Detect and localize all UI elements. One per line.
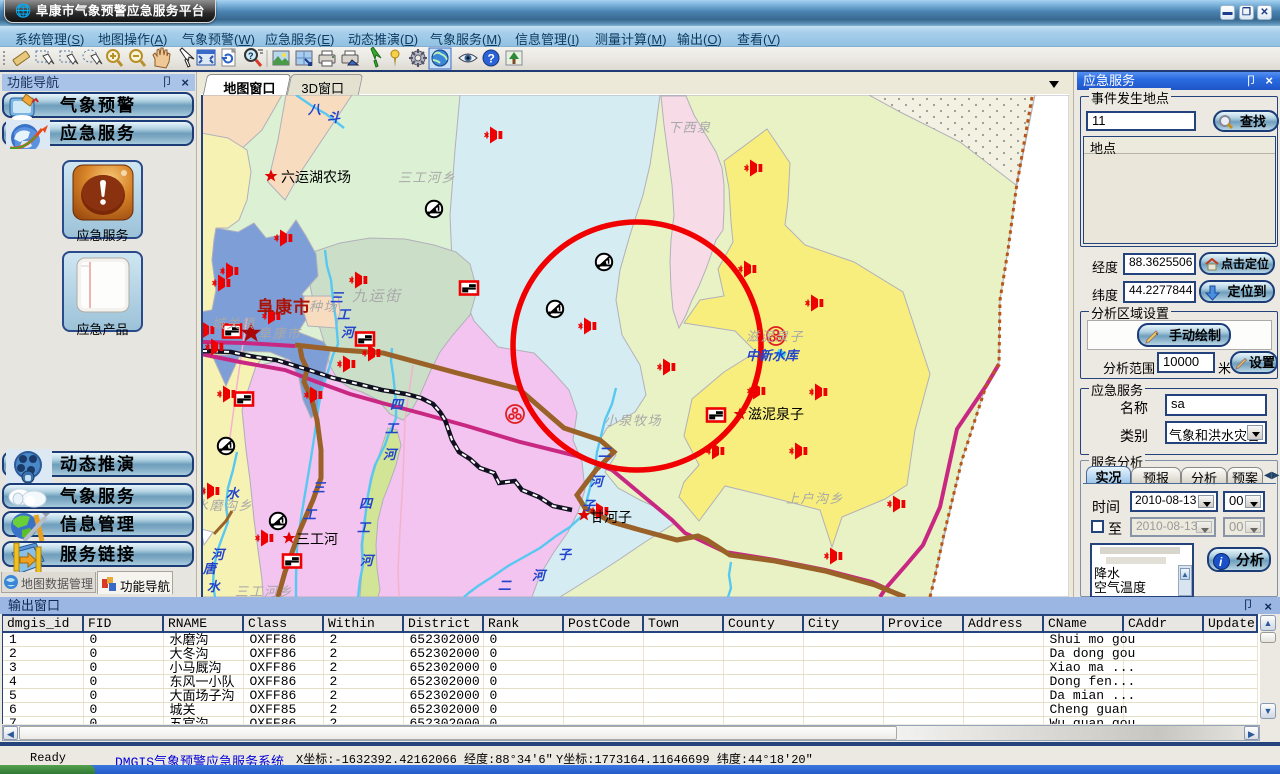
svg-text:水: 水	[207, 579, 221, 594]
svg-text:工: 工	[303, 507, 318, 522]
svg-text:四: 四	[390, 397, 405, 412]
svg-text:中新水库: 中新水库	[746, 348, 801, 363]
svg-text:八: 八	[307, 102, 322, 117]
svg-text:三工河乡: 三工河乡	[235, 584, 293, 597]
svg-text:三工河乡: 三工河乡	[398, 170, 456, 185]
svg-text:三工河: 三工河	[296, 531, 338, 547]
svg-text:工: 工	[385, 421, 400, 436]
svg-text:阜康市: 阜康市	[257, 297, 311, 317]
svg-text:下西泉: 下西泉	[668, 120, 712, 135]
svg-text:六运湖农场: 六运湖农场	[281, 169, 351, 185]
svg-text:子: 子	[582, 498, 597, 513]
svg-text:甘河子: 甘河子	[590, 509, 632, 525]
svg-text:滋泥泉子: 滋泥泉子	[748, 406, 804, 422]
svg-text:四: 四	[359, 496, 374, 511]
svg-text:城关镇: 城关镇	[212, 316, 256, 331]
svg-text:工: 工	[337, 307, 352, 322]
svg-text:三: 三	[330, 290, 345, 305]
svg-text:工: 工	[357, 520, 372, 535]
svg-text:?: ?	[248, 51, 254, 61]
svg-text:水: 水	[226, 486, 240, 501]
svg-text:上户沟乡: 上户沟乡	[786, 491, 844, 506]
svg-text:二: 二	[598, 445, 612, 460]
svg-text:小泉牧场: 小泉牧场	[604, 413, 662, 428]
svg-text:?: ?	[488, 52, 495, 66]
svg-text:阜康市: 阜康市	[258, 326, 302, 341]
svg-text:斗: 斗	[327, 110, 341, 125]
svg-text:三: 三	[312, 480, 327, 495]
svg-text:九运街: 九运街	[352, 288, 403, 305]
svg-text:子: 子	[558, 547, 573, 562]
svg-text:二: 二	[498, 578, 512, 593]
svg-text:滋泥泉子: 滋泥泉子	[746, 329, 804, 344]
